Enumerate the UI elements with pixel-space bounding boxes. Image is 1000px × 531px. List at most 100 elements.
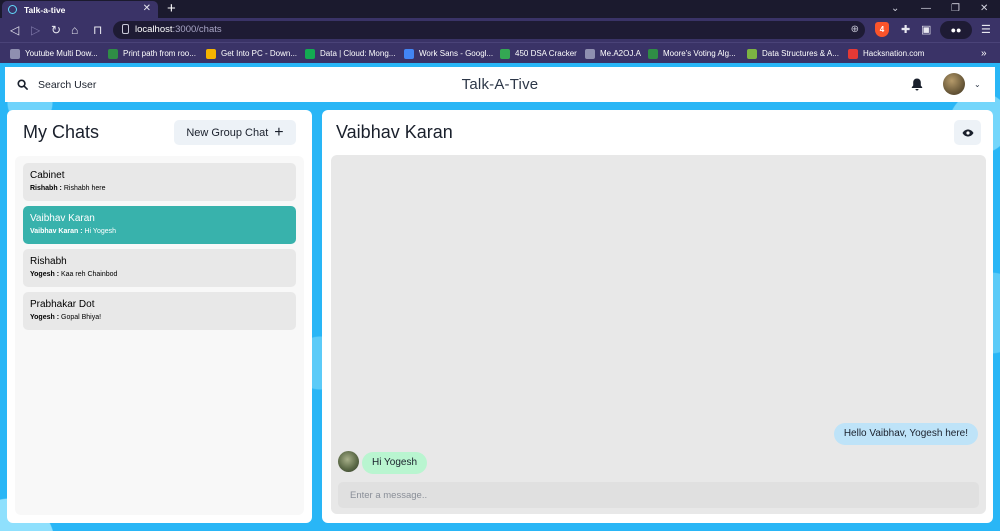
gfg-icon [108,48,118,59]
bookmark-label: Me.A2OJ.A [600,49,641,58]
back-icon[interactable]: ◁ [10,18,19,42]
plus-icon: + [274,123,284,141]
chat-item-active[interactable]: Vaibhav Karan Vaibhav Karan : Hi Yogesh [23,206,296,244]
bookmark-item[interactable]: Work Sans - Googl... [404,43,493,64]
private-glasses-icon[interactable]: ●● [940,21,972,39]
chat-name: Vaibhav Karan [30,213,95,224]
bookmark-item[interactable]: Youtube Multi Dow... [10,43,98,64]
search-icon [17,79,28,90]
chat-latest-message: Yogesh : Kaa reh Chainbod [30,269,289,281]
profile-menu-button[interactable]: ⌄ [943,73,981,95]
eye-icon [962,129,973,136]
bookmark-item[interactable]: Hacksnation.com [848,43,924,64]
close-window-button[interactable]: ✕ [980,0,988,18]
menu-icon[interactable]: ☰ [981,18,991,42]
message-input[interactable] [338,482,979,508]
browser-tab[interactable]: Talk-a-tive ✕ [2,1,158,18]
bookmark-label: Data | Cloud: Mong... [320,49,396,58]
brave-shield-icon[interactable]: 4 [875,22,889,37]
page-info-icon[interactable] [122,24,129,34]
gfg-icon [648,48,658,59]
address-bar[interactable]: localhost:3000/chats ⊕ [113,21,865,39]
app-header: Search User Talk-A-Tive ⌄ [5,67,995,102]
bookmark-label: Data Structures & A... [762,49,839,58]
bookmark-label: Youtube Multi Dow... [25,49,98,58]
chat-latest-message: Rishabh : Rishabh here [30,183,289,195]
chat-latest-sender: Yogesh : [30,314,60,321]
bookmarks-bar: » Youtube Multi Dow... Print path from ro… [0,42,1000,63]
search-user-button[interactable]: Search User [17,67,96,102]
chat-latest-sender: Rishabh : [30,185,62,192]
react-icon [8,5,17,14]
bookmark-item[interactable]: 450 DSA Cracker [500,43,577,64]
chat-latest-message: Vaibhav Karan : Hi Yogesh [30,226,289,238]
minimize-button[interactable]: — [921,0,931,18]
globe-icon [10,48,20,59]
more-bookmarks-icon[interactable]: » [981,43,987,64]
chat-latest-text: Rishabh here [63,185,106,192]
four-icon [500,48,510,59]
avatar [943,73,965,95]
bookmark-label: Work Sans - Googl... [419,49,494,58]
restore-button[interactable]: ❐ [951,0,960,18]
chevron-down-icon: ⌄ [974,79,981,89]
message-bubble-received: Hi Yogesh [362,452,428,474]
forward-icon[interactable]: ▷ [31,18,40,42]
chat-item[interactable]: Rishabh Yogesh : Kaa reh Chainbod [23,249,296,287]
browser-tabstrip: Talk-a-tive ✕ + ⌄ — ❐ ✕ [0,0,1000,18]
my-chats-title: My Chats [23,122,100,142]
tab-search-icon[interactable]: ⌄ [891,0,899,18]
mongodb-leaf-icon [305,48,315,59]
hacksnation-icon [848,48,858,59]
extensions-icon[interactable]: ✚ [901,18,910,42]
chat-latest-sender: Yogesh : [30,271,60,278]
check-badge-icon [747,48,757,59]
url-text: localhost:3000/chats [135,24,222,35]
chat-list: Cabinet Rishabh : Rishabh here Vaibhav Kar… [15,156,304,515]
chat-item[interactable]: Cabinet Rishabh : Rishabh here [23,163,296,201]
bookmark-label: Moore's Voting Alg... [663,49,736,58]
chat-name: Rishabh [30,256,67,267]
message-area: Hello Vaibhav, Yogesh here! Hi Yogesh [331,155,986,514]
bookmark-icon[interactable]: ⊓ [93,18,102,42]
chat-name: Prabhakar Dot [30,299,95,310]
reload-icon[interactable]: ↻ [51,18,61,42]
search-user-label: Search User [38,78,97,91]
tab-title: Talk-a-tive [24,4,66,15]
chat-latest-message: Yogesh : Gopal Bhiya! [30,312,289,324]
conversation-title: Vaibhav Karan [336,122,453,142]
chat-item[interactable]: Prabhakar Dot Yogesh : Gopal Bhiya! [23,292,296,330]
notification-bell-icon[interactable] [911,78,923,91]
chat-latest-text: Kaa reh Chainbod [61,271,118,278]
chat-latest-text: Hi Yogesh [84,228,117,235]
bookmark-item[interactable]: Moore's Voting Alg... [648,43,736,64]
browser-toolbar: ◁ ▷ ↻ ⌂ ⊓ localhost:3000/chats ⊕ 4 ✚ ▣ ●… [0,18,1000,42]
app-title: Talk-A-Tive [461,76,539,93]
view-profile-button[interactable] [954,120,981,145]
bookmark-item[interactable]: Print path from roo... [108,43,196,64]
bookmark-label: 450 DSA Cracker [515,49,577,58]
chat-latest-sender: Vaibhav Karan : [30,228,83,235]
new-group-chat-button[interactable]: New Group Chat + [174,120,296,145]
bookmark-item[interactable]: Data Structures & A... [747,43,839,64]
my-chats-panel: My Chats New Group Chat + Cabinet Rishabh… [7,110,312,523]
bookmark-label: Get Into PC - Down... [221,49,298,58]
new-tab-button[interactable]: + [167,0,176,18]
bookmark-item[interactable]: Data | Cloud: Mong... [305,43,395,64]
globe-icon [585,48,595,59]
new-group-chat-label: New Group Chat [186,126,269,139]
home-icon[interactable]: ⌂ [71,18,78,42]
bookmark-item[interactable]: Get Into PC - Down... [206,43,297,64]
sidebar-icon[interactable]: ▣ [921,18,931,42]
google-fonts-icon [404,48,414,59]
tab-close-icon[interactable]: ✕ [143,3,151,14]
app-page: Search User Talk-A-Tive ⌄ My Chats New G… [0,63,1000,531]
zoom-icon[interactable]: ⊕ [851,21,859,39]
sender-avatar[interactable] [338,451,359,472]
g-icon [206,48,216,59]
chat-name: Cabinet [30,170,65,181]
conversation-panel: Vaibhav Karan Hello Vaibhav, Yogesh here… [322,110,993,523]
message-bubble-sent: Hello Vaibhav, Yogesh here! [833,423,978,445]
bookmark-label: Print path from roo... [123,49,196,58]
bookmark-item[interactable]: Me.A2OJ.A [585,43,641,64]
